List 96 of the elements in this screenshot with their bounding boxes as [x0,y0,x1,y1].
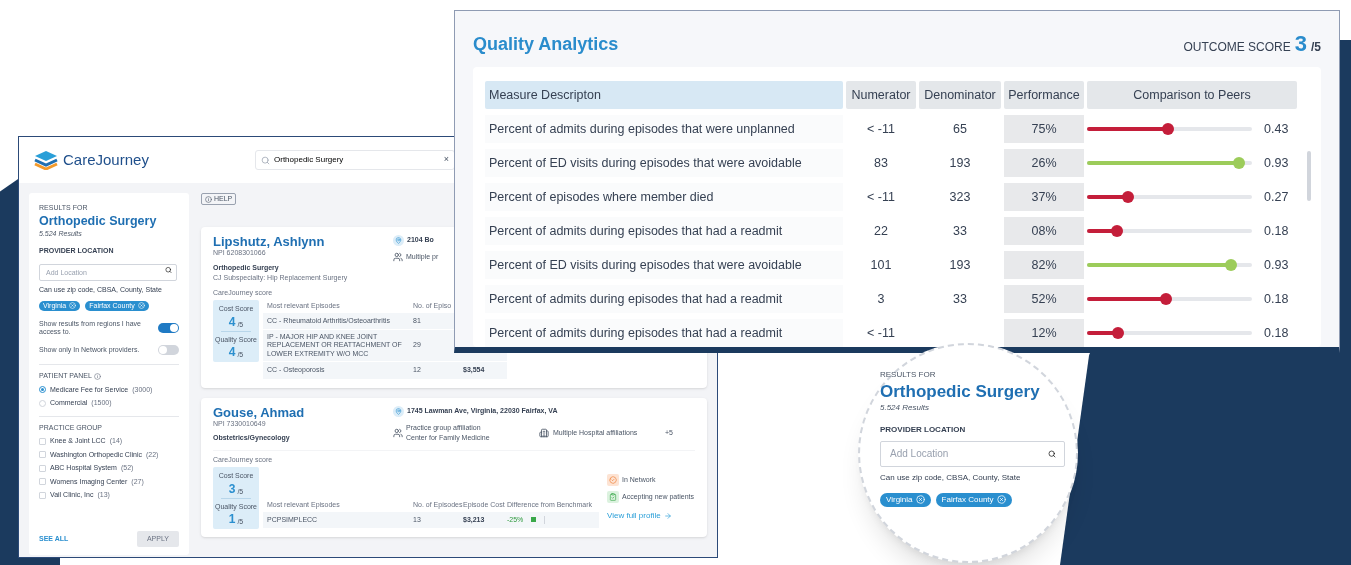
performance-cell: 12% [1004,319,1084,347]
denominator-cell-text: 33 [952,290,968,308]
score-value: 4 [228,346,236,358]
denominator-cell-text: 33 [952,222,968,240]
column-header: Comparison to Peers [1087,81,1297,109]
location-hint: Can use zip code, CBSA, County, State [880,471,1022,484]
filter-tag[interactable]: Virginia [880,492,931,507]
clipboard-icon [607,491,619,504]
location-input[interactable]: Add Location [880,440,1065,467]
comparison-value: 0.27 [1264,188,1289,206]
slider-thumb[interactable] [1224,259,1237,271]
score-value: 4 [228,315,236,328]
location-pin-icon [393,405,404,417]
score-value: 3 [228,482,236,495]
numerator-cell-text: < -11 [866,188,896,206]
difference-bar [531,517,537,523]
hospital-icon [539,428,549,439]
comparison-value: 0.18 [1264,324,1289,342]
performance-cell: 52% [1004,285,1084,313]
remove-icon[interactable] [915,495,925,505]
search-field[interactable]: Orthopedic Surgery × [255,150,455,170]
search-icon [261,155,270,165]
location-label: PROVIDER LOCATION [880,424,967,437]
performance-cell: 75% [1004,115,1084,143]
checkbox[interactable] [39,437,46,445]
slider-thumb[interactable] [1161,123,1174,135]
measure-cell: Percent of admits during episodes that had a readmit [485,285,843,313]
search-icon [165,266,172,274]
logo-icon [33,150,59,170]
provider-name[interactable]: Lipshutz, Ashlynn [213,235,393,248]
toggle-switch[interactable] [158,323,179,334]
performance-cell: 08% [1004,217,1084,245]
comparison-value: 0.18 [1264,290,1289,308]
search-icon [1048,449,1056,458]
panel-title: Quality Analytics [473,33,619,56]
denominator-cell-text: 65 [952,120,968,138]
outcome-score-label: OUTCOME SCORE [1183,39,1291,56]
score-value: 1 [228,513,236,526]
search-query-title: Orthopedic Surgery [39,213,158,230]
remove-icon[interactable] [996,495,1006,505]
numerator-cell-text: 83 [873,154,889,172]
measure-cell: Percent of episodes where member died [485,183,843,211]
denominator-cell-text: 193 [948,256,972,274]
denominator-cell-text: 323 [948,188,972,206]
comparison-value: 0.18 [1264,222,1289,240]
performance-cell: 82% [1004,251,1084,279]
performance-cell: 37% [1004,183,1084,211]
numerator-cell-text: < -11 [866,324,896,342]
measure-cell: Percent of admits during episodes that had a readmit [485,319,843,347]
slider-thumb[interactable] [1110,225,1123,237]
comparison-value: 0.93 [1264,154,1289,172]
column-header: Numerator [846,81,916,109]
slider-thumb[interactable] [1160,293,1173,305]
remove-icon[interactable] [137,302,145,310]
checkbox[interactable] [39,478,46,486]
toggle-switch[interactable] [158,345,179,356]
checkbox[interactable] [39,464,46,472]
group-icon [393,252,403,263]
column-header: Measure Descripton [485,81,843,109]
info-icon [93,372,101,380]
slider-thumb[interactable] [1112,327,1125,339]
slider-thumb[interactable] [1122,191,1135,203]
group-icon [393,428,403,439]
measure-cell: Percent of ED visits during episodes that were avoidable [485,149,843,177]
outcome-score-max: /5 [1311,39,1321,56]
numerator-cell-text: < -11 [866,120,896,138]
denominator-cell-text: 193 [948,154,972,172]
measure-cell: Percent of ED visits during episodes that were avoidable [485,251,843,279]
clear-button[interactable]: × [443,153,449,167]
logo-text: CareJourney [63,149,149,170]
numerator-cell-text: 22 [873,222,889,240]
column-header: Performance [1004,81,1084,109]
comparison-value: 0.43 [1264,120,1289,138]
info-icon [205,195,212,203]
slider-thumb[interactable] [1232,157,1245,169]
measure-cell: Percent of admits during episodes that had a readmit [485,217,843,245]
comparison-value: 0.93 [1264,256,1289,274]
badge-icon [607,474,619,487]
column-header: Denominator [919,81,1001,109]
filter-tag[interactable]: Fairfax County [935,492,1012,507]
results-for-label: RESULTS FOR [880,369,937,381]
checkbox[interactable] [39,451,46,459]
numerator-cell-text: 3 [876,290,886,308]
performance-cell: 26% [1004,149,1084,177]
search-query-title: Orthopedic Surgery [880,381,1041,403]
provider-name[interactable]: Gouse, Ahmad [213,405,393,419]
outcome-score: 3 [1294,33,1307,55]
numerator-cell-text: 101 [869,256,893,274]
view-profile-link[interactable]: View full profile [607,510,694,523]
scrollbar[interactable] [1307,151,1311,201]
result-count: 5.524 Results [880,402,930,415]
measure-cell: Percent of admits during episodes that were unplanned [485,115,843,143]
checkbox[interactable] [39,491,46,499]
location-pin-icon [393,235,404,246]
remove-icon[interactable] [69,302,77,310]
arrow-icon [663,512,672,521]
